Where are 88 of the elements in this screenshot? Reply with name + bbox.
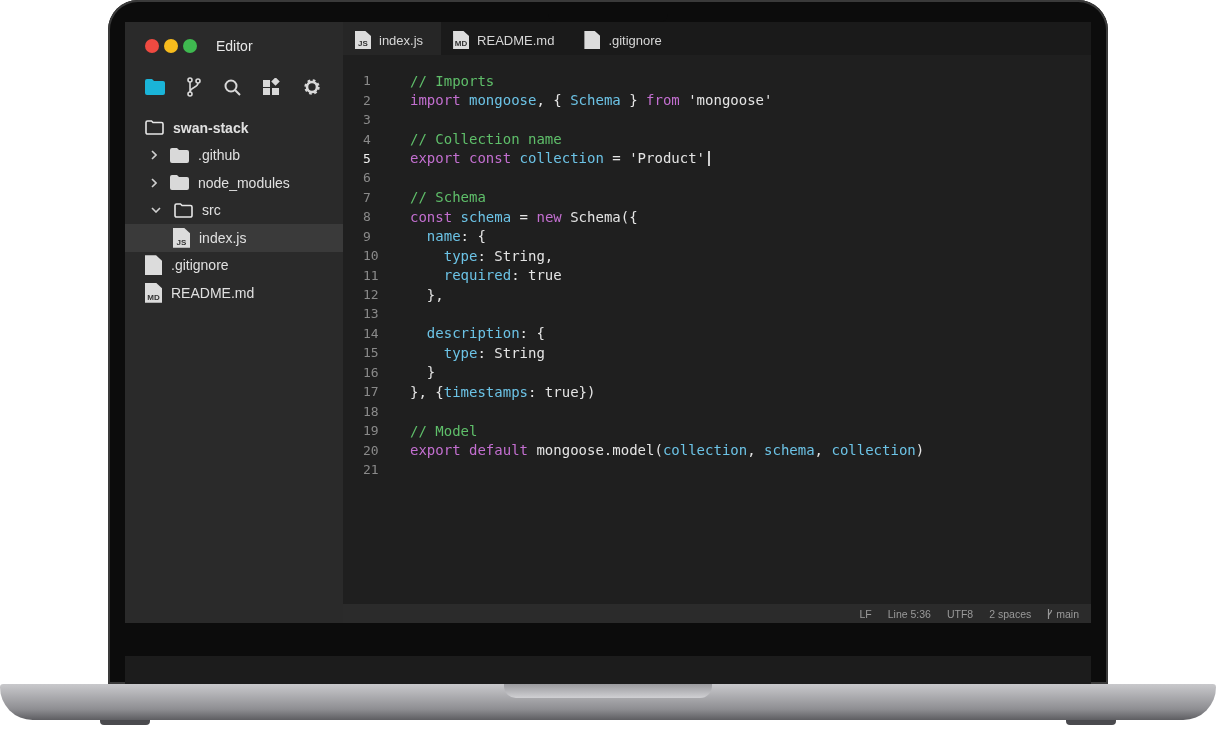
line-number: 17 (362, 384, 380, 400)
file-name: src (202, 202, 221, 219)
laptop-foot (1066, 720, 1116, 725)
editor-tab[interactable]: JS index.js (343, 22, 442, 55)
line-number: 3 (362, 112, 372, 128)
folder-item[interactable]: swan-stack (125, 114, 343, 142)
line-number: 10 (362, 248, 380, 264)
line-number: 2 (362, 92, 372, 108)
tab-label: index.js (379, 32, 424, 48)
branch-icon (1047, 608, 1054, 619)
search-icon[interactable] (223, 78, 241, 96)
line-number: 16 (362, 364, 380, 380)
line-number: 1 (362, 73, 372, 89)
line-number: 18 (362, 403, 380, 419)
folder-outline-icon (174, 202, 193, 218)
editor-tab[interactable]: .gitignore (572, 22, 680, 55)
folder-item[interactable]: node_modules (125, 169, 343, 197)
file-item[interactable]: .gitignore (125, 251, 343, 279)
file-name: .gitignore (171, 257, 229, 274)
line-number: 13 (362, 306, 380, 322)
code-line: export default mongoose.model(collection, schema, collection) (410, 442, 925, 459)
text-cursor (708, 150, 710, 166)
file-icon (145, 255, 162, 276)
window-title: Editor (216, 38, 253, 54)
file-icon: JS (173, 227, 190, 248)
file-icon (584, 31, 601, 49)
code-line: } (425, 364, 436, 381)
editor-tab[interactable]: MD README.md (441, 22, 573, 55)
tab-label: .gitignore (608, 32, 662, 48)
line-number: 14 (362, 325, 380, 341)
line-number: 5 (362, 150, 372, 166)
file-name: swan-stack (173, 119, 249, 136)
code-line: }, (425, 286, 444, 303)
code-line: required: true (442, 267, 562, 284)
file-name: index.js (199, 229, 247, 246)
code-line: export const collection = 'Product' (410, 150, 706, 167)
status-item: Line 5:36 (887, 607, 931, 620)
extensions-icon[interactable] (262, 78, 281, 96)
folder-outline-icon (145, 120, 164, 136)
code-line: import mongoose, { Schema } from 'mongoose' (410, 92, 773, 109)
folder-icon[interactable] (145, 79, 165, 95)
folder-item[interactable]: src (125, 196, 343, 224)
file-icon: JS (355, 31, 371, 49)
file-item[interactable]: MD README.md (125, 279, 343, 307)
chevron-right-icon (151, 177, 157, 188)
status-item: LF (859, 607, 872, 620)
line-number: 4 (362, 131, 372, 147)
line-number: 21 (362, 461, 380, 477)
line-number: 8 (362, 209, 372, 225)
folder-item[interactable]: .github (125, 141, 343, 169)
maximize-button[interactable] (183, 39, 197, 53)
code-line: name: { (425, 228, 486, 245)
code-line: type: String, (442, 247, 554, 264)
file-name: README.md (171, 284, 255, 301)
code-line: type: String (442, 344, 545, 361)
code-line: // Model (410, 422, 478, 439)
status-item: UTF8 (946, 607, 974, 620)
folder-icon (170, 147, 189, 163)
code-line: }, {timestamps: true}) (410, 383, 596, 400)
folder-icon (170, 175, 189, 191)
chevron-down-icon (151, 207, 161, 214)
tab-label: README.md (477, 32, 555, 48)
branch-icon[interactable] (187, 77, 202, 97)
file-name: node_modules (198, 174, 290, 191)
code-line: // Imports (410, 72, 495, 89)
line-number: 6 (362, 170, 372, 186)
code-line: description: { (425, 325, 545, 342)
line-number: 12 (362, 287, 380, 303)
status-item: 2 spaces (989, 607, 1032, 620)
file-item[interactable]: JS index.js (125, 224, 343, 252)
line-number: 19 (362, 423, 380, 439)
code-line: const schema = new Schema({ (410, 208, 638, 225)
close-button[interactable] (145, 39, 159, 53)
code-line: // Schema (410, 189, 486, 206)
line-number: 20 (362, 442, 380, 458)
file-name: .github (198, 147, 241, 164)
laptop-foot (100, 720, 150, 725)
branch-indicator[interactable]: main (1047, 607, 1079, 620)
code-line: // Collection name (410, 131, 562, 148)
minimize-button[interactable] (164, 39, 178, 53)
line-number: 9 (362, 228, 372, 244)
line-number: 15 (362, 345, 380, 361)
line-number: 11 (362, 267, 380, 283)
file-icon: MD (145, 282, 162, 303)
line-number: 7 (362, 189, 372, 205)
file-icon: MD (453, 31, 470, 49)
chevron-right-icon (151, 150, 157, 161)
settings-icon[interactable] (303, 78, 321, 96)
